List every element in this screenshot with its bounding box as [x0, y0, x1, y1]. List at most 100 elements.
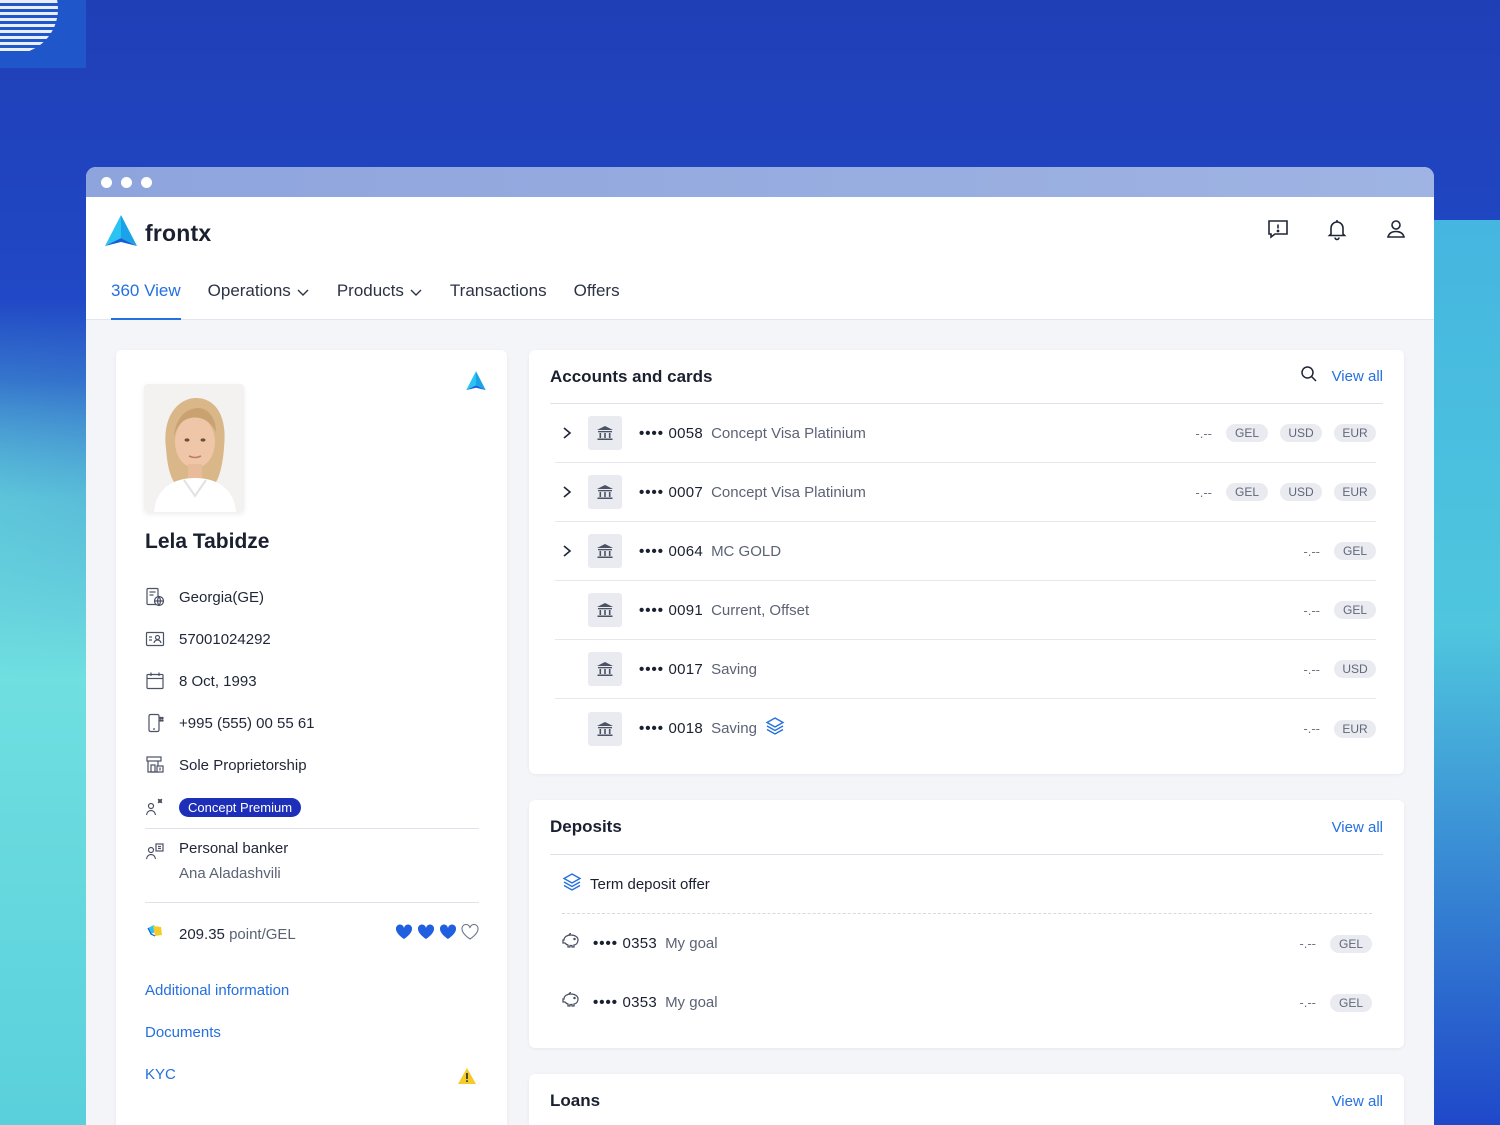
info-id-number: 57001024292: [145, 618, 315, 660]
bank-icon: [588, 534, 622, 568]
bank-icon: [588, 652, 622, 686]
deposits-list: •••• 0353 My goal -.-- GEL •••• 0353 My goal -…: [529, 914, 1404, 1032]
account-row[interactable]: •••• 0064 MC GOLD -.-- GEL: [555, 522, 1376, 581]
info-phone: +995 (555) 00 55 61: [145, 702, 315, 744]
account-number-value: 0091: [668, 601, 704, 619]
nav-offers[interactable]: Offers: [574, 281, 620, 320]
account-name: Concept Visa Platinium: [711, 424, 866, 442]
accounts-view-all-link[interactable]: View all: [1332, 368, 1383, 385]
account-amount: -.--: [1303, 602, 1320, 618]
bank-icon: [588, 475, 622, 509]
additional-information-link[interactable]: Additional information: [145, 982, 289, 999]
piggy-bank-icon: [561, 991, 581, 1014]
window-dot[interactable]: [141, 176, 152, 188]
account-number: •••• 0058: [639, 425, 703, 442]
customer-photo: [144, 384, 244, 512]
account-balances: -.-- EUR: [1303, 719, 1376, 738]
accounts-actions: View all: [1300, 365, 1383, 388]
points-value: 209.35: [179, 926, 225, 943]
chevron-right-icon[interactable]: [555, 485, 579, 499]
deposit-number: •••• 0353: [593, 994, 657, 1011]
window-dot[interactable]: [101, 176, 112, 188]
account-row[interactable]: •••• 0091 Current, Offset -.-- GEL: [555, 581, 1376, 640]
nav-label: Operations: [207, 281, 291, 300]
account-number-value: 0017: [668, 660, 704, 678]
account-number-value: 0018: [668, 720, 704, 737]
bell-icon[interactable]: [1325, 217, 1349, 241]
account-name: Concept Visa Platinium: [711, 483, 866, 501]
currency-badge[interactable]: GEL: [1226, 483, 1268, 501]
deposit-row[interactable]: •••• 0353 My goal -.-- GEL: [561, 973, 1372, 1032]
window-dot[interactable]: [121, 176, 132, 188]
currency-badge[interactable]: GEL: [1226, 424, 1268, 442]
loans-title: Loans: [550, 1091, 601, 1110]
deposit-number-value: 0353: [622, 935, 658, 952]
info-country: Georgia(GE): [145, 576, 315, 618]
id-card-icon: [145, 629, 165, 649]
account-amount: -.--: [1195, 484, 1212, 500]
accounts-title: Accounts and cards: [550, 366, 713, 386]
search-icon[interactable]: [1300, 365, 1318, 388]
nav-label: 360 View: [111, 281, 181, 300]
deposit-row[interactable]: •••• 0353 My goal -.-- GEL: [561, 914, 1372, 973]
deposit-number: •••• 0353: [593, 935, 657, 952]
loans-view-all-link[interactable]: View all: [1332, 1093, 1383, 1110]
user-icon[interactable]: [1384, 217, 1408, 241]
currency-badge[interactable]: GEL: [1334, 542, 1376, 560]
currency-badge[interactable]: USD: [1280, 424, 1322, 442]
brand[interactable]: frontx: [103, 213, 211, 254]
feedback-icon[interactable]: [1266, 217, 1290, 241]
currency-badge[interactable]: USD: [1280, 483, 1322, 501]
currency-badge[interactable]: GEL: [1330, 993, 1372, 1012]
phone-value: +995 (555) 00 55 61: [179, 714, 315, 732]
account-number: •••• 0007: [639, 484, 703, 501]
account-row[interactable]: •••• 0018 Saving -.-- EUR: [555, 699, 1376, 758]
currency-badge[interactable]: GEL: [1330, 934, 1372, 953]
nav-label: Offers: [573, 281, 620, 300]
nav-products[interactable]: Products: [337, 281, 423, 320]
deposits-view-all-link[interactable]: View all: [1332, 819, 1383, 836]
currency-badge[interactable]: EUR: [1334, 719, 1376, 738]
deposit-balance: -.-- GEL: [1299, 993, 1372, 1012]
nav-label: Transactions: [449, 281, 547, 300]
kyc-link[interactable]: KYC: [145, 1066, 176, 1083]
info-birth-date: 8 Oct, 1993: [145, 660, 315, 702]
account-amount: -.--: [1303, 721, 1320, 736]
account-row[interactable]: •••• 0017 Saving -.-- USD: [555, 640, 1376, 699]
country-value: Georgia(GE): [179, 588, 265, 606]
term-deposit-offer[interactable]: Term deposit offer: [562, 855, 1372, 914]
account-number-value: 0064: [668, 542, 704, 560]
nav-360-view[interactable]: 360 View: [111, 281, 181, 320]
banker-name: Ana Aladashvili: [179, 865, 281, 882]
phone-icon: [145, 713, 165, 733]
chevron-right-icon[interactable]: [555, 426, 579, 440]
account-name: Current, Offset: [711, 601, 810, 619]
layers-offer-icon: [765, 716, 785, 741]
heart-filled-icon: [417, 924, 435, 945]
chevron-down-icon: [296, 284, 310, 304]
deposits-title: Deposits: [550, 817, 622, 836]
nav-label: Products: [336, 281, 404, 300]
personal-banker: Personal banker Ana Aladashvili: [145, 840, 288, 882]
customer-name: Lela Tabidze: [145, 530, 270, 553]
account-row[interactable]: •••• 0007 Concept Visa Platinium -.-- GEL US…: [555, 463, 1376, 522]
account-number: •••• 0017: [639, 661, 703, 678]
account-balances: -.-- GEL USD EUR: [1195, 483, 1376, 501]
heart-empty-icon: [461, 923, 479, 945]
currency-badge[interactable]: GEL: [1334, 601, 1376, 619]
account-row[interactable]: •••• 0058 Concept Visa Platinium -.-- GEL US…: [555, 404, 1376, 463]
currency-badge[interactable]: USD: [1334, 660, 1376, 678]
nav-operations[interactable]: Operations: [208, 281, 310, 320]
currency-badge[interactable]: EUR: [1334, 483, 1376, 501]
account-amount: -.--: [1303, 661, 1320, 677]
loans-card: Loans View all: [529, 1074, 1404, 1125]
account-mask: ••••: [639, 720, 665, 737]
nav-transactions[interactable]: Transactions: [450, 281, 547, 320]
account-number: •••• 0091: [639, 602, 703, 619]
account-balances: -.-- GEL: [1303, 542, 1376, 560]
currency-badge[interactable]: EUR: [1334, 424, 1376, 442]
account-number: •••• 0018: [639, 720, 703, 737]
chevron-right-icon[interactable]: [555, 544, 579, 558]
account-number: •••• 0064: [639, 543, 703, 560]
documents-link[interactable]: Documents: [145, 1024, 221, 1041]
